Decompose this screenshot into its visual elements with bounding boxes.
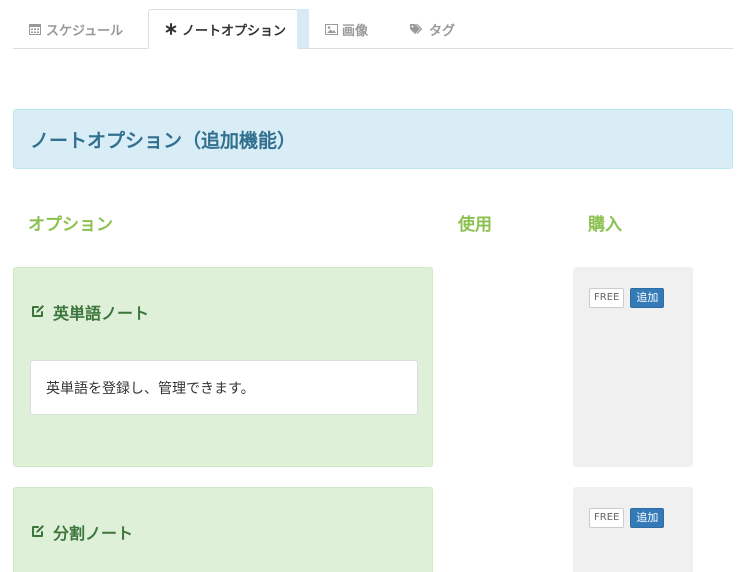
edit-icon — [30, 303, 48, 321]
option-card: 英単語ノート 英単語を登録し、管理できます。 — [13, 267, 433, 467]
tab-tag-label: タグ — [429, 23, 456, 39]
option-title: 英単語ノート — [30, 300, 149, 324]
option-title: 分割ノート — [30, 520, 133, 544]
edit-icon — [30, 523, 48, 541]
purchase-cell: FREE 追加 — [573, 487, 693, 572]
option-title-text: 分割ノート — [53, 524, 134, 543]
calendar-icon — [28, 22, 42, 36]
tags-icon — [409, 22, 425, 36]
purchase-row: FREE 追加 — [589, 508, 665, 528]
add-button[interactable]: 追加 — [630, 288, 665, 308]
price-badge: FREE — [589, 508, 625, 528]
tab-schedule-label: スケジュール — [46, 23, 124, 39]
option-title-text: 英単語ノート — [53, 304, 150, 323]
tab-active-edge — [297, 9, 309, 48]
column-header-option: オプション — [28, 215, 113, 235]
tab-note-options-label: ノートオプション — [182, 23, 287, 39]
tab-bar: スケジュール ノートオプション 画像 タグ — [13, 9, 733, 49]
asterisk-icon — [164, 22, 178, 36]
purchase-row: FREE 追加 — [589, 288, 665, 308]
column-header-buy: 購入 — [588, 215, 622, 235]
price-badge: FREE — [589, 288, 625, 308]
tab-tag[interactable]: タグ — [409, 9, 469, 49]
add-button[interactable]: 追加 — [630, 508, 665, 528]
column-header-use: 使用 — [458, 215, 492, 235]
tab-note-options[interactable]: ノートオプション — [148, 9, 298, 49]
picture-icon — [324, 22, 338, 36]
page-title: ノートオプション（追加機能） — [30, 129, 297, 152]
tab-image[interactable]: 画像 — [324, 9, 384, 49]
tab-image-label: 画像 — [342, 23, 369, 39]
purchase-cell: FREE 追加 — [573, 267, 693, 467]
option-card: 分割ノート — [13, 487, 433, 572]
heading-panel: ノートオプション（追加機能） — [13, 109, 733, 169]
option-description: 英単語を登録し、管理できます。 — [30, 360, 418, 415]
tab-schedule[interactable]: スケジュール — [13, 9, 147, 49]
